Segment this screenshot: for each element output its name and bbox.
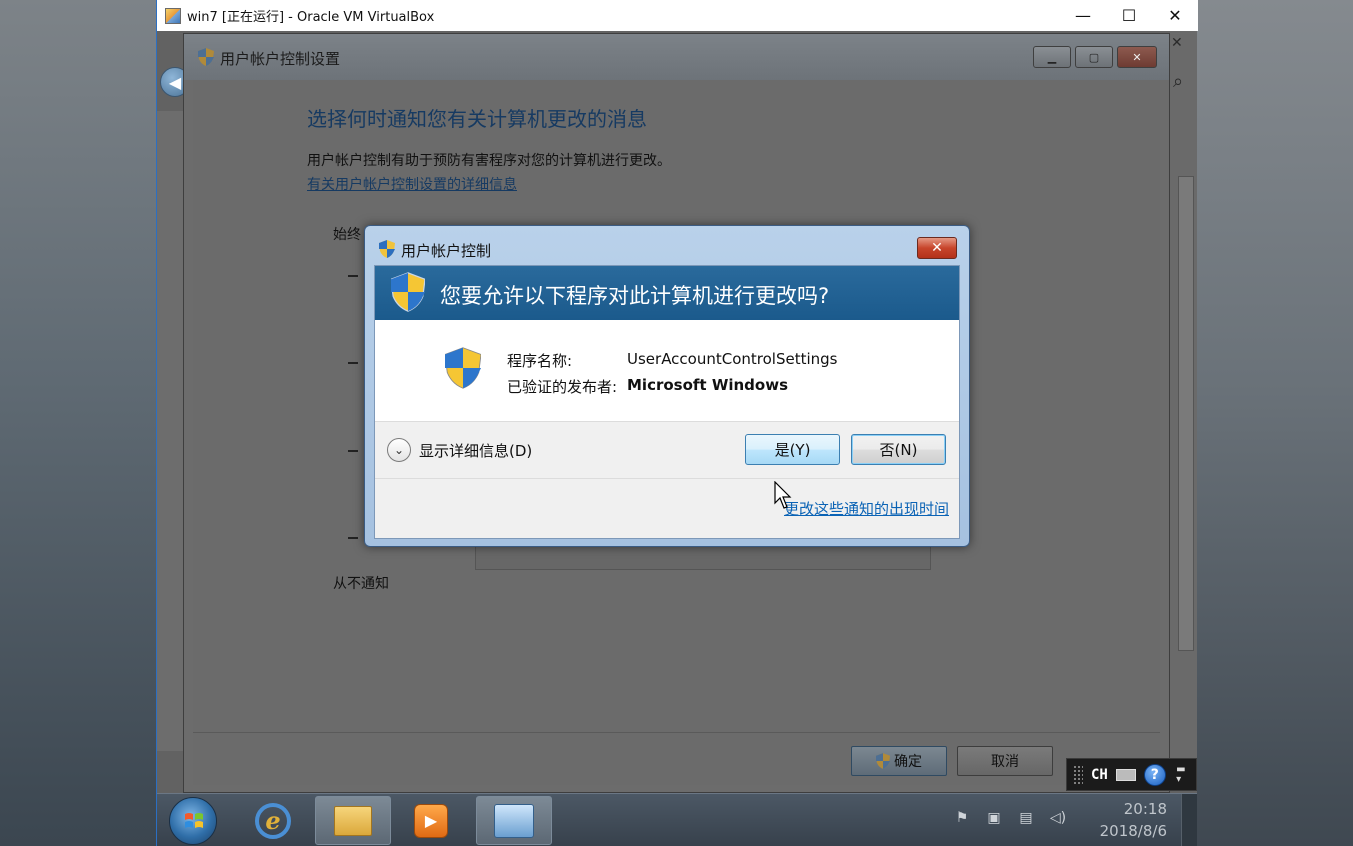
- grip-handle-icon[interactable]: [1073, 764, 1083, 785]
- close-button[interactable]: ✕: [1152, 0, 1198, 31]
- volume-icon[interactable]: ◁): [1048, 808, 1068, 828]
- internet-explorer-icon: e: [255, 802, 291, 839]
- publisher-value: Microsoft Windows: [627, 376, 789, 394]
- background-window-edge: [157, 111, 183, 751]
- options-icon[interactable]: ▬ ▾: [1174, 763, 1188, 787]
- settings-help-link[interactable]: 有关用户帐户控制设置的详细信息: [307, 174, 517, 194]
- input-language[interactable]: CH: [1091, 767, 1108, 783]
- uac-dialog: 用户帐户控制 ✕ 您要允许以下程序对此计算机进行更改吗? 程序名称: UserA…: [364, 225, 970, 547]
- uac-shield-icon: [876, 753, 890, 769]
- folder-icon: [334, 805, 372, 836]
- uac-divider: [375, 478, 959, 479]
- taskbar-control-panel[interactable]: [476, 796, 552, 845]
- host-desktop-left: [0, 0, 156, 846]
- keyboard-icon[interactable]: [1115, 768, 1136, 781]
- program-name-label: 程序名称:: [507, 352, 573, 370]
- publisher-label: 已验证的发布者:: [507, 378, 618, 396]
- virtualbox-titlebar: win7 [正在运行] - Oracle VM VirtualBox — ☐ ✕: [157, 0, 1198, 31]
- cancel-button-label: 取消: [991, 754, 1019, 770]
- slider-tick: [348, 450, 358, 452]
- no-button[interactable]: 否(N): [851, 434, 946, 465]
- guest-screen: ◀ ✕ ⌕ 用户帐户控制设置 ▁ ▢ ✕ 选择何时通知您有关计算机更改的消息 用…: [157, 31, 1197, 846]
- settings-title: 用户帐户控制设置: [220, 50, 341, 68]
- chevron-down-icon: ⌄: [387, 438, 411, 462]
- maximize-button[interactable]: ☐: [1106, 0, 1152, 31]
- uac-program-info: 程序名称: UserAccountControlSettings 已验证的发布者…: [375, 320, 959, 421]
- uac-shield-icon: [391, 272, 425, 312]
- background-close-icon: ✕: [1171, 35, 1183, 51]
- taskbar-ie[interactable]: e: [235, 796, 311, 845]
- clock-date: 2018/8/6: [1099, 822, 1167, 840]
- uac-shield-icon: [445, 347, 481, 389]
- background-scrollbar: [1178, 176, 1194, 651]
- program-name-value: UserAccountControlSettings: [627, 350, 838, 368]
- windows-logo-icon: [185, 813, 203, 828]
- flag-icon[interactable]: ⚑: [952, 808, 972, 828]
- device-icon[interactable]: ▣: [984, 808, 1004, 828]
- slider-tick: [348, 275, 358, 277]
- clock[interactable]: 20:18 2018/8/6: [1087, 798, 1167, 842]
- virtualbox-window: win7 [正在运行] - Oracle VM VirtualBox — ☐ ✕…: [156, 0, 1198, 846]
- start-button[interactable]: [169, 797, 217, 845]
- taskbar: e ▶ ⚑ ▣ ▤ ◁) 20:18 2018/8/6: [157, 793, 1197, 846]
- show-details-label: 显示详细信息(D): [419, 441, 533, 460]
- ok-button[interactable]: 确定: [851, 746, 947, 776]
- uac-banner: 您要允许以下程序对此计算机进行更改吗?: [375, 266, 959, 320]
- settings-minimize-button[interactable]: ▁: [1033, 46, 1071, 68]
- uac-shield-icon: [379, 240, 395, 258]
- uac-divider: [375, 421, 959, 422]
- footer-divider: [193, 732, 1160, 733]
- minimize-button[interactable]: —: [1060, 0, 1106, 31]
- uac-dialog-title: 用户帐户控制: [401, 242, 492, 260]
- settings-maximize-button[interactable]: ▢: [1075, 46, 1113, 68]
- change-notification-link[interactable]: 更改这些通知的出现时间: [784, 498, 949, 519]
- ok-button-label: 确定: [894, 754, 922, 770]
- slider-tick: [348, 362, 358, 364]
- uac-question: 您要允许以下程序对此计算机进行更改吗?: [440, 284, 830, 308]
- cancel-button[interactable]: 取消: [957, 746, 1053, 776]
- yes-button[interactable]: 是(Y): [745, 434, 840, 465]
- no-button-label: 否(N): [879, 441, 918, 459]
- help-icon[interactable]: ?: [1143, 763, 1166, 786]
- show-details-toggle[interactable]: ⌄ 显示详细信息(D): [387, 438, 532, 462]
- settings-heading: 选择何时通知您有关计算机更改的消息: [307, 107, 647, 131]
- show-desktop-button[interactable]: [1181, 794, 1197, 846]
- slider-tick: [348, 537, 358, 539]
- clock-time: 20:18: [1123, 800, 1167, 818]
- media-player-icon: ▶: [414, 803, 448, 838]
- taskbar-media-player[interactable]: ▶: [393, 796, 469, 845]
- taskbar-explorer[interactable]: [315, 796, 391, 845]
- settings-window-controls: ▁ ▢ ✕: [1033, 46, 1157, 68]
- slider-top-label: 始终: [333, 227, 361, 243]
- uac-close-button[interactable]: ✕: [917, 237, 957, 259]
- uac-shield-icon: [198, 48, 214, 66]
- virtualbox-title: win7 [正在运行] - Oracle VM VirtualBox: [187, 10, 435, 25]
- language-bar: CH ? ▬ ▾: [1066, 758, 1197, 791]
- settings-close-button[interactable]: ✕: [1117, 46, 1157, 68]
- network-icon[interactable]: ▤: [1016, 808, 1036, 828]
- mouse-cursor-icon: [774, 481, 792, 509]
- search-icon: ⌕: [1173, 71, 1184, 92]
- control-panel-icon: [494, 803, 534, 838]
- host-desktop-right: [1197, 0, 1353, 846]
- settings-titlebar: 用户帐户控制设置 ▁ ▢ ✕: [184, 34, 1169, 80]
- slider-bottom-label: 从不通知: [333, 576, 389, 592]
- uac-content: 您要允许以下程序对此计算机进行更改吗? 程序名称: UserAccountCon…: [374, 265, 960, 539]
- yes-button-label: 是(Y): [774, 441, 811, 459]
- system-tray: ⚑ ▣ ▤ ◁): [952, 808, 1068, 828]
- settings-description: 用户帐户控制有助于预防有害程序对您的计算机进行更改。: [307, 153, 671, 169]
- virtualbox-app-icon: [165, 7, 181, 24]
- window-controls: — ☐ ✕: [1060, 0, 1198, 31]
